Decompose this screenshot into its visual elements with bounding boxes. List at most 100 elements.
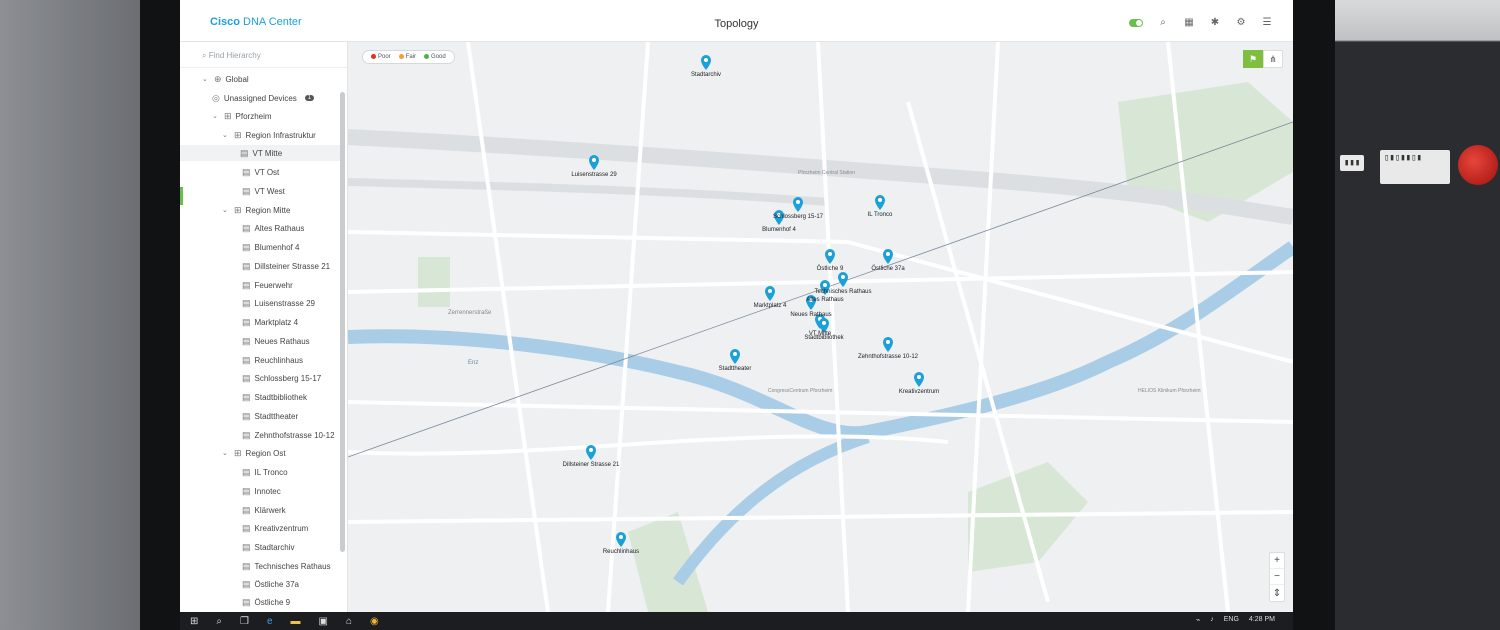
- tree-item-vt-mitte[interactable]: ▤ VT Mitte: [180, 145, 340, 161]
- pin-label[interactable]: Zehnthofstrasse 10-12: [858, 354, 918, 360]
- tree-item-vt-ost[interactable]: ▤ VT Ost: [242, 164, 279, 180]
- store-icon[interactable]: ▣: [319, 616, 328, 627]
- sidebar-scrollbar[interactable]: [340, 92, 345, 552]
- network-icon[interactable]: ⌁: [1196, 616, 1200, 624]
- map-label: CongressCentrum Pforzheim: [768, 388, 832, 394]
- hierarchy-search[interactable]: ⌕ Find Hierarchy: [180, 42, 347, 68]
- location-pin-icon[interactable]: [586, 445, 596, 460]
- location-pin-icon[interactable]: [730, 349, 740, 364]
- location-pin-icon[interactable]: [883, 249, 893, 264]
- tree-item-innotec[interactable]: ▤ Innotec: [242, 483, 281, 499]
- chevron-down-icon[interactable]: ⌄: [212, 112, 220, 120]
- pins-layer: [586, 55, 924, 547]
- location-pin-icon[interactable]: [793, 197, 803, 212]
- edge-browser-icon[interactable]: e: [267, 616, 273, 627]
- pin-label[interactable]: Reuchlinhaus: [603, 549, 639, 555]
- chevron-down-icon[interactable]: ⌄: [202, 75, 210, 83]
- tree-item-oestliche-37a[interactable]: ▤ Östliche 37a: [242, 576, 299, 592]
- location-pin-icon[interactable]: [825, 249, 835, 264]
- tree-item-neues-rathaus[interactable]: ▤ Neues Rathaus: [242, 333, 310, 349]
- folder-icon[interactable]: ▬: [291, 616, 301, 627]
- pin-label[interactable]: IL Tronco: [868, 212, 893, 218]
- pin-label[interactable]: Altes Rathaus: [806, 297, 843, 303]
- building-icon: ▤: [240, 147, 249, 158]
- location-pin-icon[interactable]: [701, 55, 711, 70]
- volume-icon[interactable]: ♪: [1210, 616, 1214, 624]
- tree-item-pforzheim[interactable]: ⌄ ⊞ Pforzheim: [212, 108, 272, 124]
- pin-label[interactable]: Schlossberg 15-17: [773, 214, 823, 220]
- tree-item-region-mitte[interactable]: ⌄ ⊞ Region Mitte: [222, 202, 290, 218]
- chevron-down-icon[interactable]: ⌄: [222, 206, 230, 214]
- tree-item-reuchlinhaus[interactable]: ▤ Reuchlinhaus: [242, 352, 303, 368]
- pin-label[interactable]: Dillsteiner Strasse 21: [563, 462, 620, 468]
- pin-label[interactable]: Stadtbibliothek: [804, 335, 843, 341]
- globe-icon: ⊕: [214, 73, 222, 84]
- pin-label[interactable]: Technisches Rathaus: [814, 289, 871, 295]
- location-pin-icon[interactable]: [914, 372, 924, 387]
- tree-item-region-ost[interactable]: ⌄ ⊞ Region Ost: [222, 445, 286, 461]
- clock[interactable]: 4:28 PM: [1249, 616, 1275, 624]
- language-indicator[interactable]: ENG: [1224, 616, 1239, 624]
- building-icon: ▤: [242, 166, 251, 177]
- menu-icon[interactable]: ☰: [1261, 17, 1273, 28]
- tree-item-zehnthofstrasse[interactable]: ▤ Zehnthofstrasse 10-12: [242, 427, 335, 443]
- tree-item-feuerwehr[interactable]: ▤ Feuerwehr: [242, 277, 293, 293]
- tree-item-vt-west[interactable]: ▤ VT West: [242, 183, 285, 199]
- gear-icon[interactable]: ⚙: [1235, 17, 1247, 28]
- pin-label[interactable]: Neues Rathaus: [790, 312, 831, 318]
- tree-item-stadtbibliothek[interactable]: ▤ Stadtbibliothek: [242, 389, 307, 405]
- topology-view-button[interactable]: ⋔: [1263, 50, 1283, 68]
- topology-map[interactable]: Zerrennerstraße Enz Pforzheim Central St…: [348, 42, 1293, 612]
- location-pin-icon[interactable]: [589, 155, 599, 170]
- location-pin-icon[interactable]: [875, 195, 885, 210]
- search-icon[interactable]: ⌕: [216, 616, 222, 627]
- tree-item-technisches-rathaus[interactable]: ▤ Technisches Rathaus: [242, 558, 331, 574]
- legend-label: Fair: [405, 54, 417, 61]
- pin-center: [823, 283, 827, 287]
- tree-item-region-infrastruktur[interactable]: ⌄ ⊞ Region Infrastruktur: [222, 127, 316, 143]
- tree-item-oestliche-9[interactable]: ▤ Östliche 9: [242, 594, 290, 610]
- pin-label[interactable]: Stadtarchiv: [691, 72, 721, 78]
- location-pin-icon[interactable]: [616, 532, 626, 547]
- building-icon: ▤: [242, 541, 251, 552]
- location-pin-icon[interactable]: [765, 286, 775, 301]
- windows-start-icon[interactable]: ⊞: [190, 616, 198, 627]
- system-tray: ⌁ ♪ ENG 4:28 PM: [1196, 616, 1275, 624]
- tree-item-dillsteiner[interactable]: ▤ Dillsteiner Strasse 21: [242, 258, 330, 274]
- remote-desktop-icon[interactable]: ⌂: [346, 616, 352, 627]
- location-pin-icon[interactable]: [883, 337, 893, 352]
- tree-item-stadttheater[interactable]: ▤ Stadttheater: [242, 408, 298, 424]
- tools-icon[interactable]: ✱: [1209, 17, 1221, 28]
- pin-label[interactable]: Östliche 9: [817, 266, 844, 272]
- chevron-down-icon[interactable]: ⌄: [222, 449, 230, 457]
- pin-label[interactable]: Kreativzentrum: [899, 389, 939, 395]
- chevron-down-icon[interactable]: ⌄: [222, 131, 230, 139]
- pin-label[interactable]: Marktplatz 4: [754, 303, 787, 309]
- pin-center: [733, 352, 737, 356]
- tree-item-unassigned[interactable]: ◎ Unassigned Devices 1: [212, 90, 315, 106]
- map-view-button[interactable]: ⚑: [1243, 50, 1263, 68]
- tree-item-altes-rathaus[interactable]: ▤ Altes Rathaus: [242, 220, 304, 236]
- tree-item-blumenhof[interactable]: ▤ Blumenhof 4: [242, 239, 299, 255]
- chrome-icon[interactable]: ◉: [370, 616, 379, 627]
- apps-grid-icon[interactable]: ▦: [1183, 17, 1195, 28]
- tree-item-schlossberg[interactable]: ▤ Schlossberg 15-17: [242, 370, 321, 386]
- status-toggle-icon[interactable]: [1129, 18, 1143, 27]
- tree-item-stadtarchiv[interactable]: ▤ Stadtarchiv: [242, 539, 295, 555]
- pin-label[interactable]: Stadttheater: [719, 366, 752, 372]
- pin-label[interactable]: Luisenstrasse 29: [571, 172, 616, 178]
- search-icon[interactable]: ⌕: [1157, 17, 1169, 28]
- zoom-in-button[interactable]: +: [1270, 553, 1284, 569]
- task-view-icon[interactable]: ❐: [240, 616, 249, 627]
- tree-item-il-tronco[interactable]: ▤ IL Tronco: [242, 464, 288, 480]
- pin-label[interactable]: Östliche 37a: [871, 266, 904, 272]
- zoom-out-button[interactable]: −: [1270, 569, 1284, 585]
- tree-item-kreativzentrum[interactable]: ▤ Kreativzentrum: [242, 520, 308, 536]
- pin-label[interactable]: Blumenhof 4: [762, 227, 796, 233]
- zoom-reset-button[interactable]: ⇕: [1270, 585, 1284, 601]
- tree-item-luisenstrasse[interactable]: ▤ Luisenstrasse 29: [242, 295, 315, 311]
- tree-item-klaerwerk[interactable]: ▤ Klärwerk: [242, 502, 286, 518]
- tree-item-global[interactable]: ⌄ ⊕ Global: [202, 71, 249, 87]
- tree-item-marktplatz[interactable]: ▤ Marktplatz 4: [242, 314, 298, 330]
- location-pin-icon[interactable]: [838, 272, 848, 287]
